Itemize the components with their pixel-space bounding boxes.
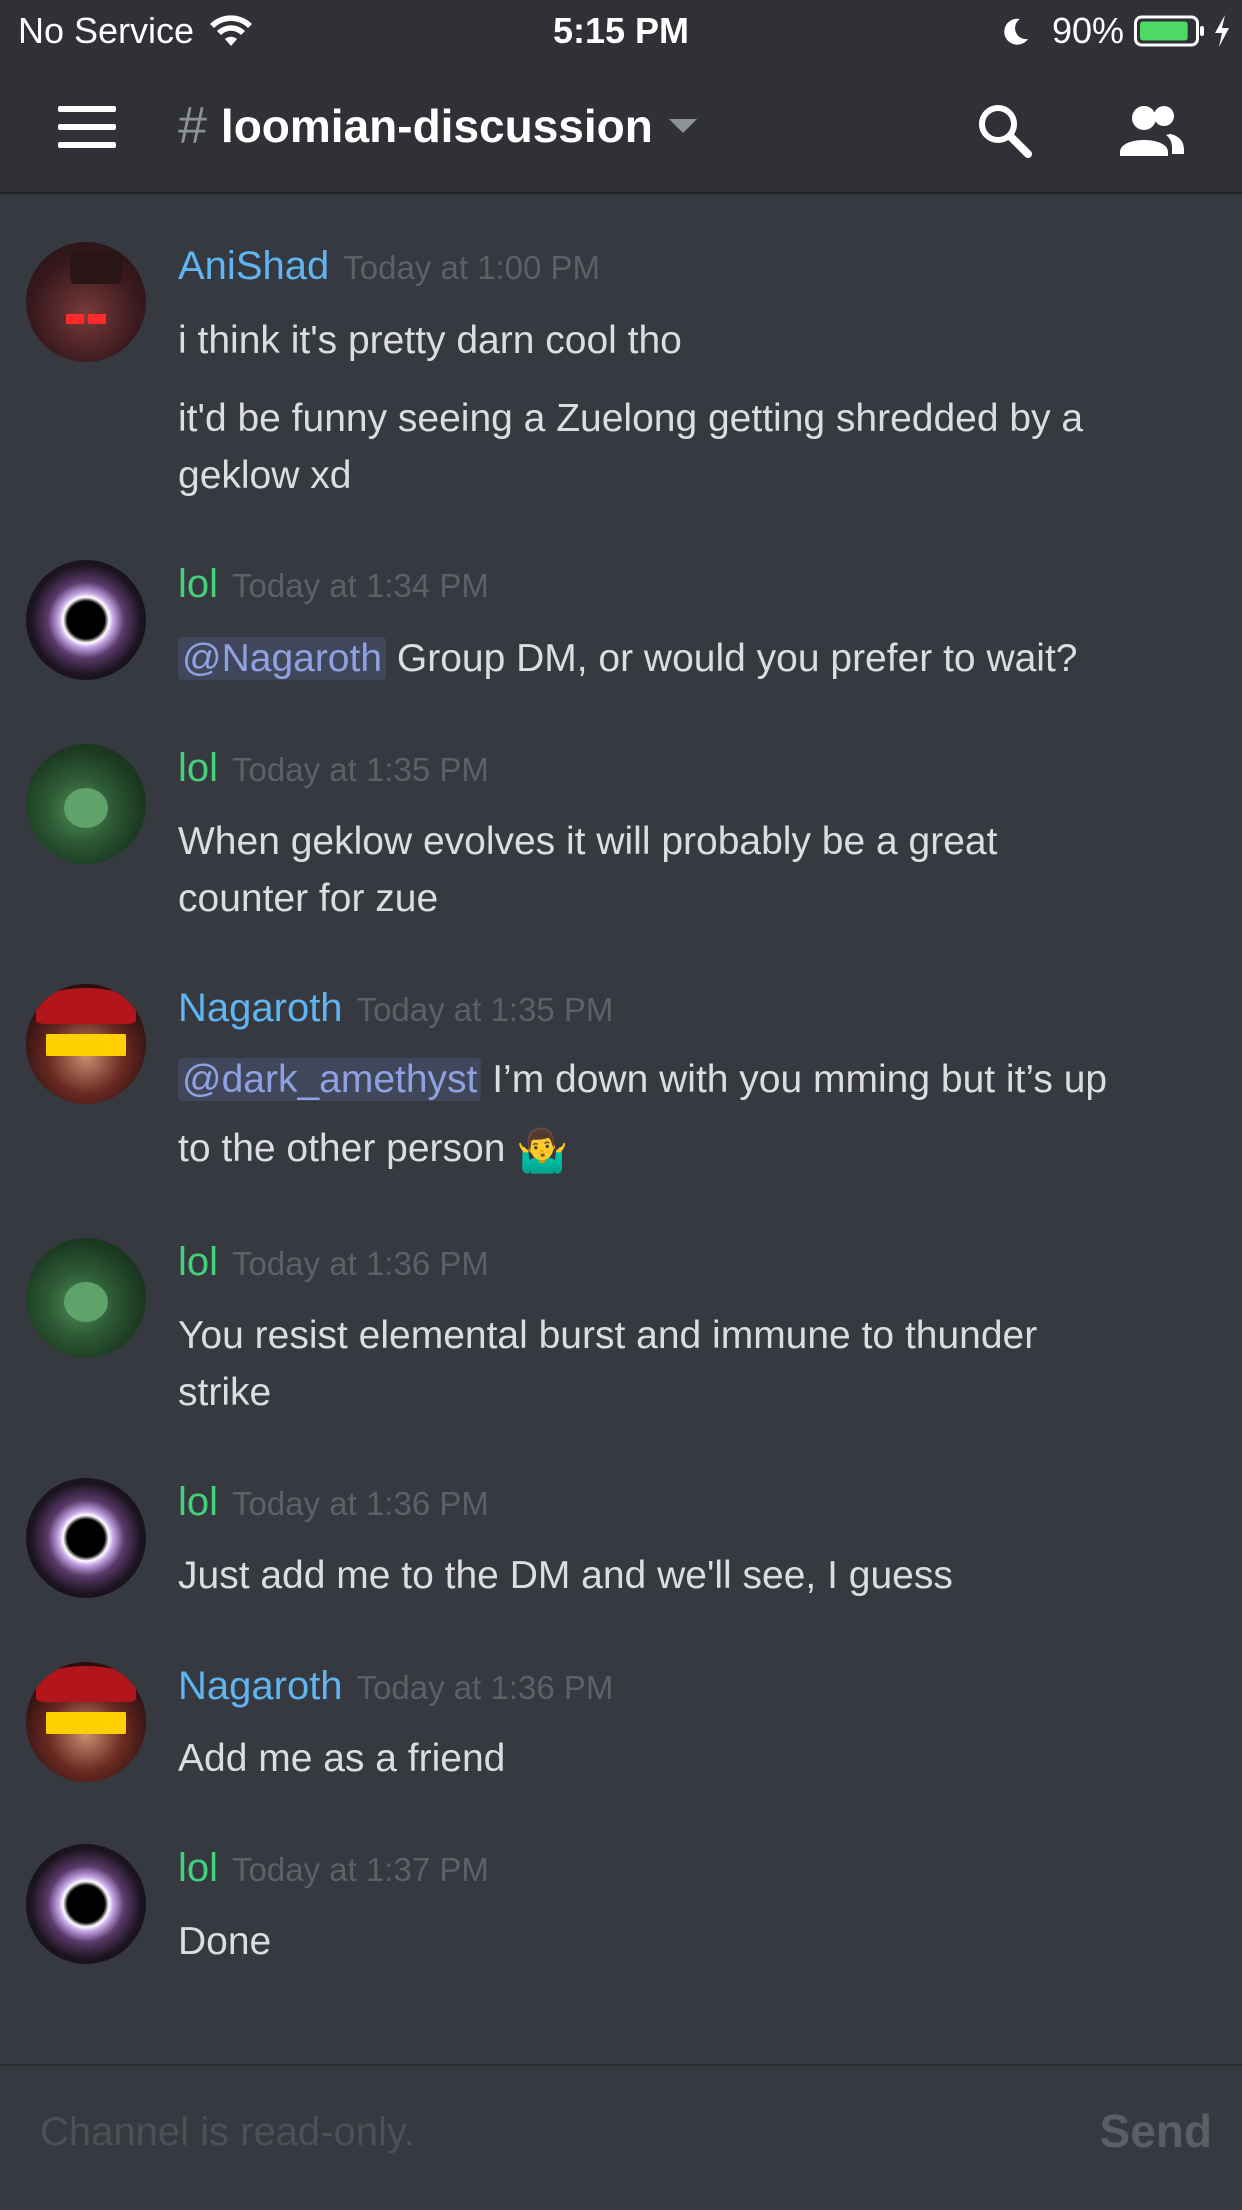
username[interactable]: lol <box>178 1240 218 1285</box>
timestamp: Today at 1:35 PM <box>232 751 489 788</box>
message-composer: Channel is read-only. Send <box>0 2064 1242 2210</box>
hash-icon: # <box>178 97 207 155</box>
message-text: geklow xd <box>178 454 352 497</box>
user-mention[interactable]: @dark_amethyst <box>178 1058 482 1101</box>
menu-icon[interactable] <box>58 106 116 148</box>
username[interactable]: lol <box>178 1846 218 1891</box>
message-text-content: Group DM, or would you prefer to wait? <box>386 637 1078 680</box>
message-text: it'd be funny seeing a Zuelong getting s… <box>178 397 1084 440</box>
message-text: i think it's pretty darn cool tho <box>178 319 682 362</box>
timestamp: Today at 1:35 PM <box>356 991 614 1028</box>
status-bar: No Service 5:15 PM 90% <box>0 0 1242 64</box>
message-text: to the other person 🤷‍♂️ <box>178 1120 1198 1179</box>
message-text: strike <box>178 1371 272 1414</box>
timestamp: Today at 1:37 PM <box>232 1851 489 1888</box>
message-text-content: I’m down with you mming but it’s up <box>481 1058 1108 1101</box>
message-input[interactable]: Channel is read-only. <box>40 2110 415 2155</box>
username[interactable]: lol <box>178 1480 218 1525</box>
battery-icon <box>1134 15 1204 47</box>
moon-icon <box>1004 18 1028 45</box>
message-text: Done <box>178 1920 272 1963</box>
send-button[interactable]: Send <box>1100 2104 1212 2158</box>
channel-name: loomian-discussion <box>220 100 653 152</box>
username[interactable]: Nagaroth <box>178 1664 343 1709</box>
channel-title[interactable]: # loomian-discussion <box>178 96 697 156</box>
avatar[interactable] <box>26 744 146 864</box>
message-text: Add me as a friend <box>178 1737 506 1780</box>
avatar[interactable] <box>26 1478 146 1598</box>
avatar[interactable] <box>26 1662 146 1782</box>
username[interactable]: lol <box>178 562 218 607</box>
battery-percent: 90% <box>1051 10 1124 51</box>
username[interactable]: lol <box>178 746 218 791</box>
message-text: @Nagaroth Group DM, or would you prefer … <box>178 630 1198 687</box>
avatar[interactable] <box>26 560 146 680</box>
message-text-content: to the other person <box>178 1127 506 1170</box>
username[interactable]: AniShad <box>178 244 329 289</box>
user-mention[interactable]: @Nagaroth <box>178 637 387 680</box>
avatar[interactable] <box>26 984 146 1104</box>
avatar[interactable] <box>26 1844 146 1964</box>
charging-bolt-icon <box>1215 15 1229 47</box>
message-text: @dark_amethyst I’m down with you mming b… <box>178 1051 1198 1108</box>
timestamp: Today at 1:36 PM <box>232 1245 489 1282</box>
chevron-down-icon <box>668 119 697 133</box>
username[interactable]: Nagaroth <box>178 986 343 1031</box>
message-list[interactable]: AniShad Today at 1:00 PM i think it's pr… <box>0 194 1242 2064</box>
message-text: You resist elemental burst and immune to… <box>178 1314 1038 1357</box>
message-text: counter for zue <box>178 877 439 920</box>
avatar[interactable] <box>26 242 146 362</box>
timestamp: Today at 1:00 PM <box>343 249 601 286</box>
timestamp: Today at 1:36 PM <box>356 1669 614 1706</box>
members-icon[interactable] <box>1114 100 1186 160</box>
timestamp: Today at 1:36 PM <box>232 1485 489 1522</box>
message-text: Just add me to the DM and we'll see, I g… <box>178 1554 953 1597</box>
timestamp: Today at 1:34 PM <box>232 567 489 604</box>
shrug-emoji: 🤷‍♂️ <box>516 1127 569 1174</box>
search-icon[interactable] <box>974 100 1034 160</box>
message-text: When geklow evolves it will probably be … <box>178 820 998 863</box>
avatar[interactable] <box>26 1238 146 1358</box>
channel-header: # loomian-discussion <box>0 64 1242 194</box>
